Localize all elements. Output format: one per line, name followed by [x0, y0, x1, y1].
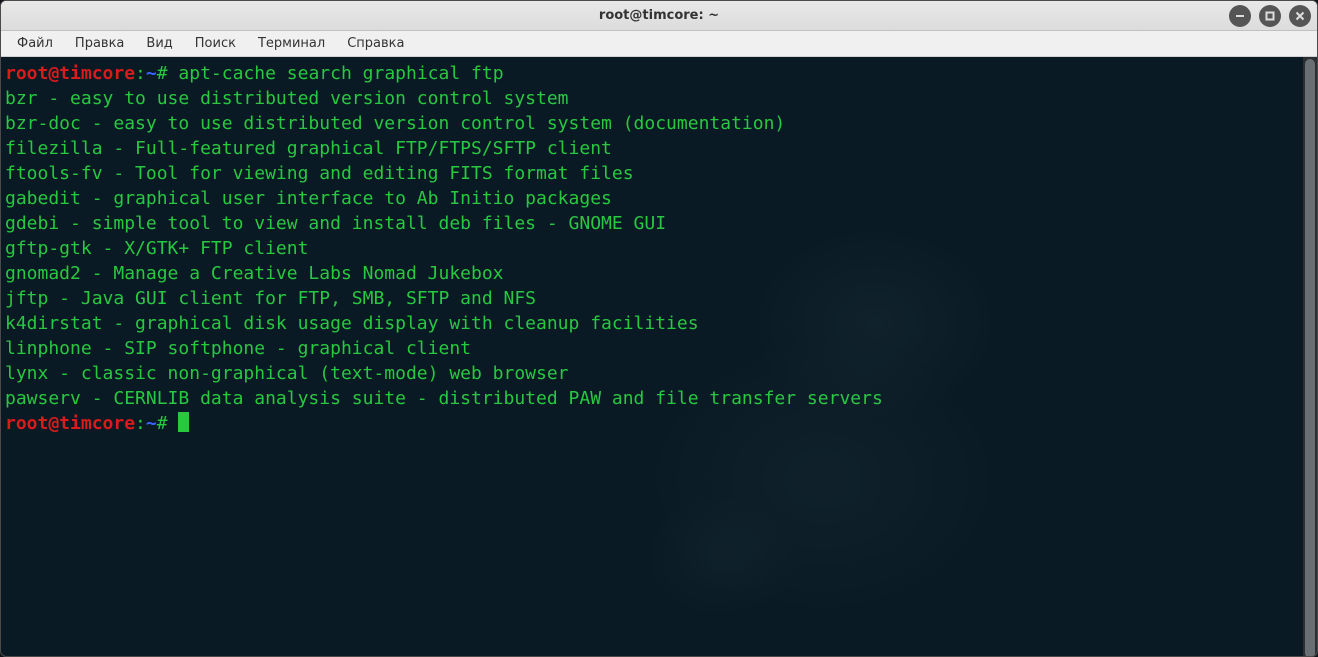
menu-help[interactable]: Справка [337, 34, 414, 53]
prompt-path: ~ [146, 63, 157, 84]
output-line: gabedit - graphical user interface to Ab… [5, 188, 612, 209]
menu-terminal[interactable]: Терминал [248, 34, 335, 53]
output-line: linphone - SIP softphone - graphical cli… [5, 338, 471, 359]
output-line: pawserv - CERNLIB data analysis suite - … [5, 388, 883, 409]
titlebar[interactable]: root@timcore: ~ [1, 1, 1317, 31]
scrollbar-thumb[interactable] [1305, 59, 1315, 657]
output-line: bzr - easy to use distributed version co… [5, 88, 569, 109]
terminal-container: root@timcore:~# apt-cache search graphic… [1, 57, 1317, 656]
output-line: lynx - classic non-graphical (text-mode)… [5, 363, 569, 384]
output-line: jftp - Java GUI client for FTP, SMB, SFT… [5, 288, 536, 309]
output-line: filezilla - Full-featured graphical FTP/… [5, 138, 612, 159]
titlebar-controls [1229, 5, 1311, 27]
scrollbar[interactable] [1303, 57, 1317, 656]
menu-search[interactable]: Поиск [185, 34, 246, 53]
cursor-icon [178, 412, 189, 432]
maximize-button[interactable] [1259, 5, 1281, 27]
prompt-hash: # [157, 63, 168, 84]
window-title: root@timcore: ~ [599, 8, 719, 23]
menu-view[interactable]: Вид [136, 34, 182, 53]
minimize-icon [1235, 11, 1245, 21]
terminal-window: root@timcore: ~ Файл Правка Вид Поиск Те… [0, 0, 1318, 657]
prompt-userhost: root@timcore [5, 63, 135, 84]
prompt-sep: : [135, 63, 146, 84]
prompt-userhost: root@timcore [5, 413, 135, 434]
output-line: gdebi - simple tool to view and install … [5, 213, 666, 234]
minimize-button[interactable] [1229, 5, 1251, 27]
command-text: apt-cache search graphical ftp [178, 63, 503, 84]
menubar: Файл Правка Вид Поиск Терминал Справка [1, 31, 1317, 57]
output-line: ftools-fv - Tool for viewing and editing… [5, 163, 634, 184]
close-button[interactable] [1289, 5, 1311, 27]
terminal-output[interactable]: root@timcore:~# apt-cache search graphic… [1, 57, 1303, 656]
prompt-path: ~ [146, 413, 157, 434]
output-line: gnomad2 - Manage a Creative Labs Nomad J… [5, 263, 504, 284]
maximize-icon [1265, 11, 1275, 21]
output-line: gftp-gtk - X/GTK+ FTP client [5, 238, 308, 259]
prompt-hash: # [157, 413, 168, 434]
output-line: bzr-doc - easy to use distributed versio… [5, 113, 785, 134]
output-line: k4dirstat - graphical disk usage display… [5, 313, 699, 334]
prompt-sep: : [135, 413, 146, 434]
menu-file[interactable]: Файл [7, 34, 63, 53]
menu-edit[interactable]: Правка [65, 34, 134, 53]
close-icon [1295, 11, 1305, 21]
